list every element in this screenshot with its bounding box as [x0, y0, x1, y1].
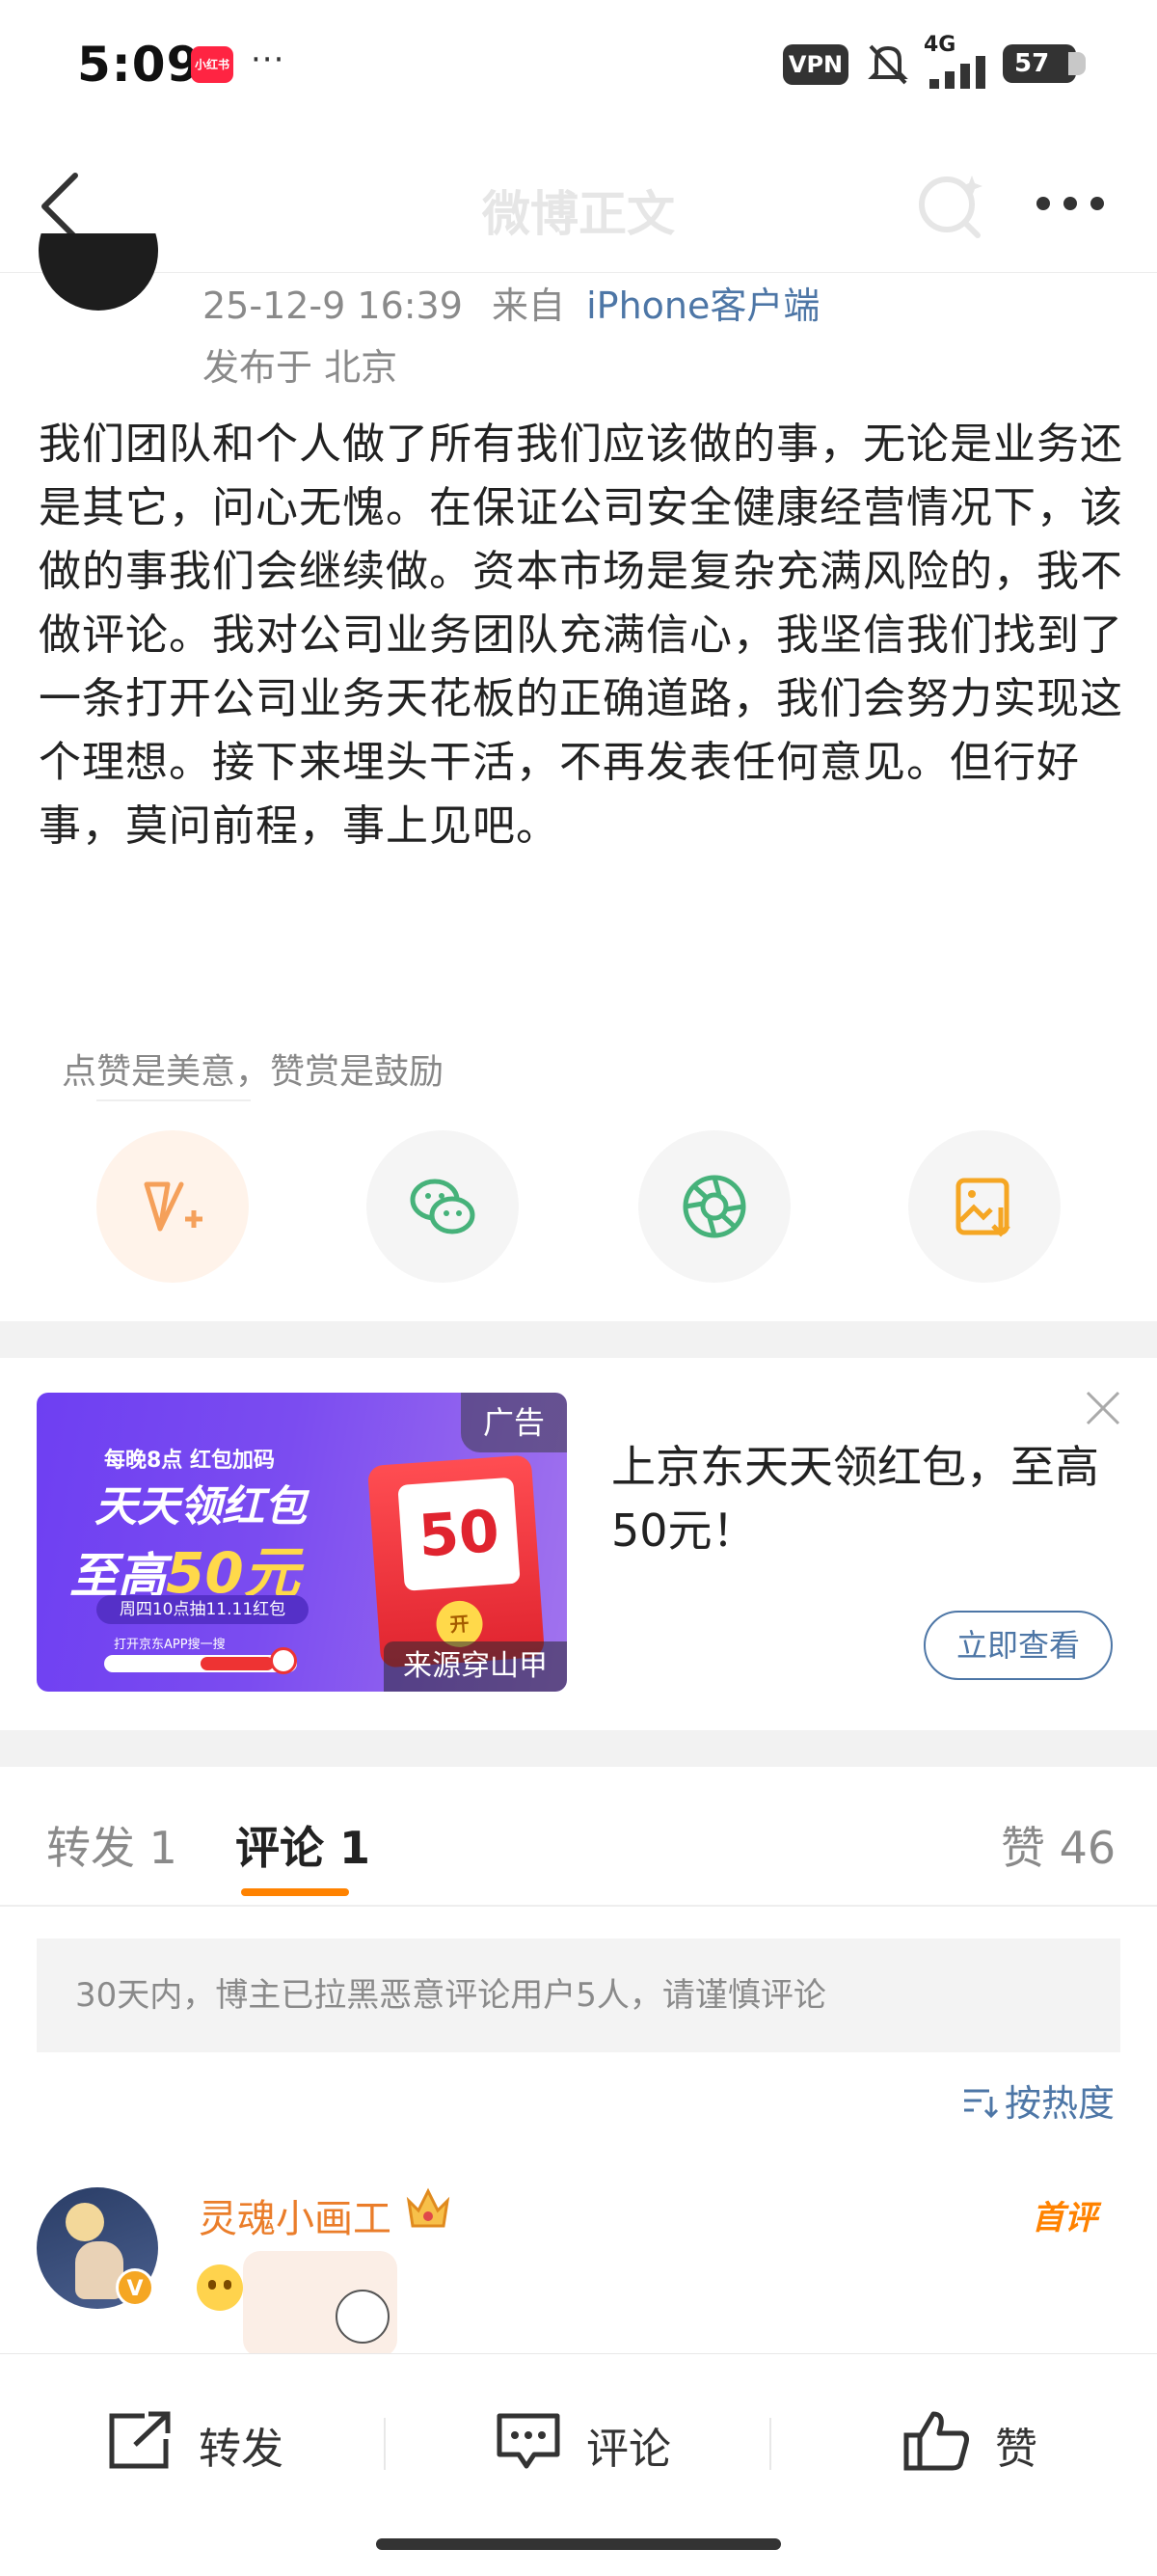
- ad-title[interactable]: 上京东天天领红包，至高50元！: [611, 1435, 1113, 1562]
- tab-active-indicator: [241, 1888, 349, 1896]
- post-location: 发布于 北京: [202, 346, 398, 389]
- red-envelope-amount: 50: [397, 1477, 521, 1591]
- post-source-link[interactable]: iPhone客户端: [586, 285, 820, 327]
- status-bar: 5:09 小红书 ··· VPN 4G 57: [0, 0, 1157, 135]
- section-divider: [0, 1730, 1157, 1767]
- crown-badge-icon: [406, 2187, 450, 2228]
- tab-divider: [0, 1905, 1157, 1907]
- magnifier-icon: [270, 1647, 297, 1674]
- mute-icon: [868, 44, 908, 85]
- bottom-separator: [769, 2418, 771, 2470]
- more-dots-icon[interactable]: [1032, 189, 1109, 218]
- xiaohongshu-app-icon: 小红书: [191, 46, 233, 83]
- forward-icon: [109, 2411, 171, 2469]
- forward-label: 转发: [199, 2425, 283, 2474]
- red-envelope-graphic: 50 开: [366, 1454, 546, 1668]
- emoji-icon: [197, 2264, 243, 2311]
- ad-search-bar: [104, 1655, 297, 1672]
- ad-view-now-button[interactable]: 立即查看: [924, 1611, 1113, 1680]
- battery-icon: 57: [1003, 44, 1086, 83]
- like-label: 赞: [995, 2425, 1037, 2474]
- home-indicator: [376, 2538, 781, 2550]
- save-image-icon: [955, 1178, 1010, 1237]
- comment-sticker-image[interactable]: [243, 2251, 397, 2357]
- post-meta: 25-12-9 16:39 来自 iPhone客户端: [202, 276, 820, 329]
- status-more-indicator: ···: [251, 41, 285, 79]
- comment-notice: 30天内，博主已拉黑恶意评论用户5人，请谨慎评论: [37, 1939, 1120, 2052]
- comment-label: 评论: [586, 2425, 671, 2474]
- reward-tip: 点赞是美意，赞赏是鼓励: [62, 1052, 444, 1092]
- ad-banner-image[interactable]: 每晚8点 红包加码 天天领红包 至高50元 周四10点抽11.11红包 打开京东…: [37, 1393, 567, 1692]
- network-type-label: 4G: [924, 33, 956, 57]
- comment-icon: [497, 2413, 560, 2469]
- comment-button[interactable]: 评论: [494, 2402, 706, 2480]
- vpn-icon: VPN: [783, 44, 848, 85]
- tab-like[interactable]: 赞 46: [1001, 1813, 1116, 1877]
- ad-banner-chip: 周四10点抽11.11红包: [96, 1595, 309, 1624]
- author-avatar[interactable]: [39, 233, 164, 311]
- tab-comment[interactable]: 评论 1: [235, 1813, 370, 1877]
- reward-button[interactable]: [96, 1130, 249, 1283]
- verified-badge: V: [116, 2268, 154, 2307]
- ad-source: 来源穿山甲: [384, 1641, 567, 1692]
- nav-bar: 微博正文: [0, 135, 1157, 273]
- post-source-prefix: 来自: [492, 285, 566, 327]
- post-body: 我们团队和个人做了所有我们应该做的事，无论是业务还是其它，问心无愧。在保证公司安…: [39, 420, 1123, 851]
- share-moments-button[interactable]: [638, 1130, 791, 1283]
- ad-tag: 广告: [461, 1393, 567, 1452]
- tab-forward[interactable]: 转发 1: [46, 1813, 177, 1877]
- sort-icon[interactable]: [960, 2081, 999, 2120]
- share-wechat-button[interactable]: [366, 1130, 519, 1283]
- moments-icon: [683, 1175, 746, 1238]
- post-timestamp: 25-12-9 16:39: [202, 285, 463, 327]
- sort-by-hot-button[interactable]: 按热度: [1005, 2074, 1115, 2127]
- ad-banner-line1: 天天领红包: [94, 1482, 307, 1532]
- wechat-icon: [410, 1179, 475, 1234]
- status-time: 5:09: [77, 37, 202, 93]
- forward-button[interactable]: 转发: [106, 2402, 318, 2480]
- first-comment-badge: 首评: [1032, 2199, 1097, 2237]
- close-icon[interactable]: [1082, 1387, 1124, 1429]
- bottom-separator: [384, 2418, 386, 2470]
- like-button[interactable]: 赞: [902, 2402, 1076, 2480]
- ad-banner-tiny: 打开京东APP搜一搜: [114, 1638, 226, 1652]
- ad-banner-top-text: 每晚8点 红包加码: [104, 1449, 275, 1473]
- signal-icon: [929, 56, 985, 89]
- search-icon[interactable]: [914, 166, 991, 243]
- save-image-button[interactable]: [908, 1130, 1061, 1283]
- reward-icon: [144, 1181, 202, 1232]
- thumbs-up-icon: [903, 2411, 969, 2471]
- section-divider: [0, 1321, 1157, 1358]
- commenter-name[interactable]: 灵魂小画工: [199, 2187, 391, 2243]
- tip-pointer: [96, 1099, 251, 1101]
